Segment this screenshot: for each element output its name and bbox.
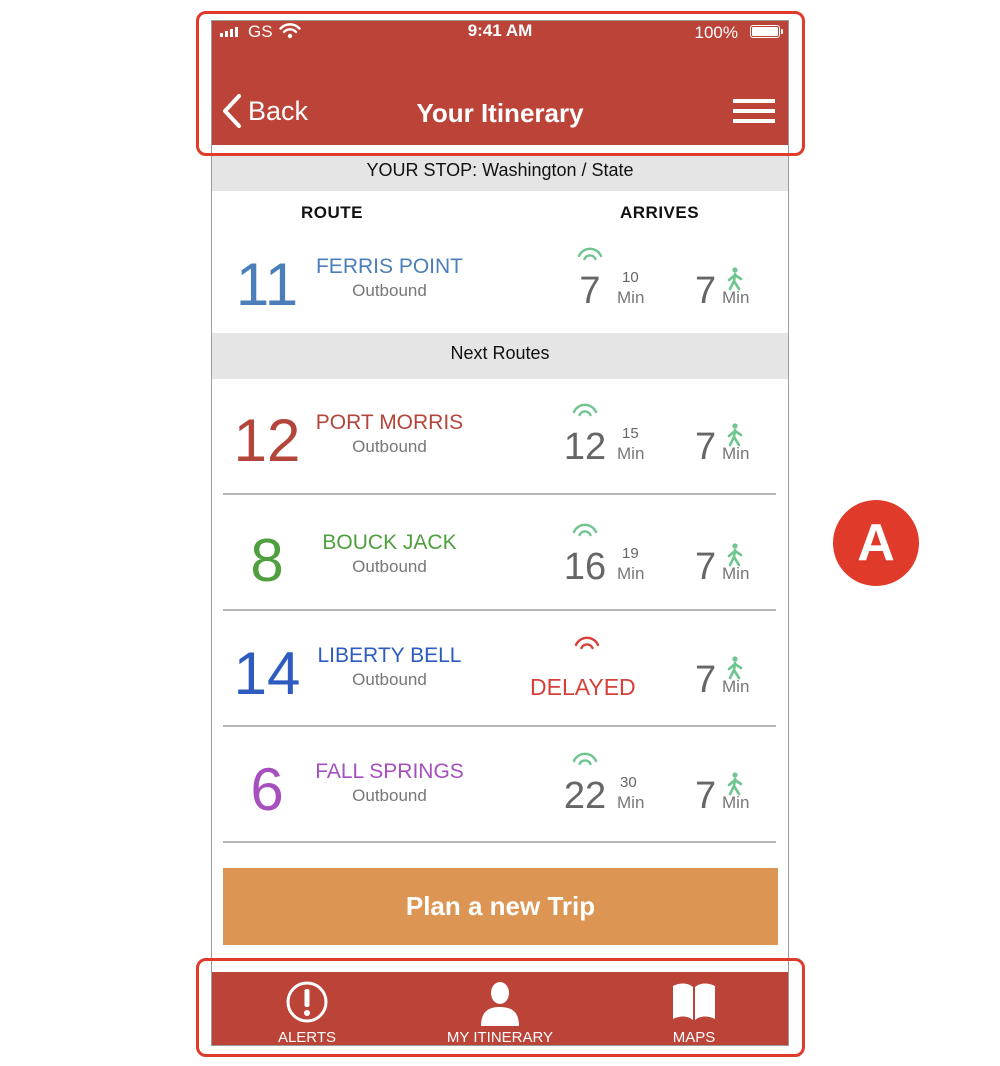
tabbar-callout-outline — [196, 958, 805, 1057]
realtime-signal-icon — [560, 521, 610, 542]
realtime-signal-icon — [560, 750, 610, 771]
row-divider — [223, 493, 776, 495]
route-direction: Outbound — [352, 670, 427, 689]
route-row-14[interactable]: 14 LIBERTY BELL Outbound DELAYED 7 Min — [212, 632, 788, 732]
walk-unit: Min — [722, 793, 750, 812]
realtime-signal-icon — [560, 401, 610, 422]
phone-screen: GS 9:41 AM 100% Back Your Itinerary YOUR… — [211, 20, 789, 1046]
annotation-badge: A — [833, 500, 919, 586]
walk-unit: Min — [722, 564, 750, 583]
route-name: BOUCK JACK — [322, 531, 457, 554]
minutes-unit: Min — [617, 564, 645, 583]
row-divider — [223, 609, 776, 611]
scheduled-minutes: 30 — [620, 774, 637, 791]
scheduled-minutes: 19 — [622, 545, 639, 562]
delayed-status: DELAYED — [530, 674, 636, 700]
stop-bar: YOUR STOP: Washington / State — [212, 153, 788, 191]
route-direction: Outbound — [352, 557, 427, 576]
route-direction: Outbound — [352, 437, 427, 456]
realtime-minutes: 22 — [563, 775, 607, 817]
route-direction: Outbound — [352, 786, 427, 805]
route-name: LIBERTY BELL — [317, 644, 462, 667]
arrives-column-header: ARRIVES — [620, 203, 700, 222]
row-divider — [223, 841, 776, 843]
minutes-unit: Min — [617, 444, 645, 463]
walk-minutes: 7 — [695, 659, 717, 701]
route-column-header: ROUTE — [301, 203, 363, 222]
walk-minutes: 7 — [695, 270, 717, 312]
route-direction: Outbound — [352, 281, 427, 300]
row-divider — [223, 725, 776, 727]
route-number: 14 — [233, 640, 301, 707]
realtime-minutes: 7 — [579, 270, 601, 312]
walk-minutes: 7 — [695, 775, 717, 817]
minutes-unit: Min — [617, 288, 645, 307]
route-number: 11 — [235, 251, 299, 318]
walk-unit: Min — [722, 677, 750, 696]
walk-unit: Min — [722, 288, 750, 307]
route-row-11[interactable]: 11 FERRIS POINT Outbound 7 10 Min 7 Min — [212, 243, 788, 343]
realtime-signal-icon — [565, 245, 615, 266]
realtime-minutes: 12 — [563, 426, 607, 468]
route-name: FERRIS POINT — [315, 255, 463, 278]
route-number: 6 — [250, 756, 284, 823]
plan-trip-button[interactable]: Plan a new Trip — [223, 868, 778, 945]
header-callout-outline — [196, 11, 805, 156]
next-routes-header: Next Routes — [212, 333, 788, 379]
route-row-8[interactable]: 8 BOUCK JACK Outbound 16 19 Min 7 Min — [212, 519, 788, 619]
walk-minutes: 7 — [695, 426, 717, 468]
route-number: 12 — [233, 407, 301, 474]
delay-signal-icon — [562, 634, 612, 655]
scheduled-minutes: 10 — [622, 269, 639, 286]
scheduled-minutes: 15 — [622, 425, 639, 442]
route-number: 8 — [250, 527, 284, 594]
walk-unit: Min — [722, 444, 750, 463]
route-name: FALL SPRINGS — [315, 760, 464, 783]
minutes-unit: Min — [617, 793, 645, 812]
route-row-12[interactable]: 12 PORT MORRIS Outbound 12 15 Min 7 Min — [212, 399, 788, 499]
route-name: PORT MORRIS — [315, 411, 464, 434]
walk-minutes: 7 — [695, 546, 717, 588]
route-row-6[interactable]: 6 FALL SPRINGS Outbound 22 30 Min 7 Min — [212, 748, 788, 848]
realtime-minutes: 16 — [563, 546, 607, 588]
